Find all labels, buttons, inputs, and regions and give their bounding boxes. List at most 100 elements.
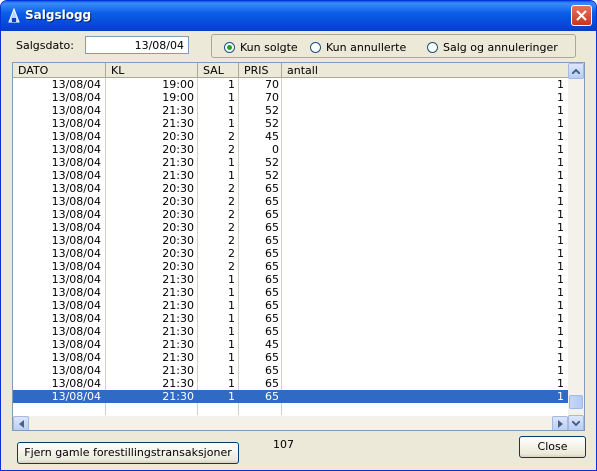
cell-kl: 21:30 [162, 312, 194, 325]
cell-sal: 1 [228, 338, 235, 351]
table-row[interactable]: 13/08/04 21:30 1 52 1 [13, 117, 568, 130]
radio-sales-and-cancellations-label: Salg og annuleringer [443, 41, 558, 54]
table-row[interactable]: 13/08/04 21:30 1 65 1 [13, 286, 568, 299]
cell-dato: 13/08/04 [51, 91, 101, 104]
cell-antall: 1 [557, 78, 564, 91]
cell-dato: 13/08/04 [51, 156, 101, 169]
table-row[interactable]: 13/08/04 20:30 2 65 1 [13, 208, 568, 221]
cell-dato: 13/08/04 [51, 182, 101, 195]
table-row[interactable]: 13/08/04 20:30 2 65 1 [13, 234, 568, 247]
table-row[interactable]: 13/08/04 21:30 1 65 1 [13, 390, 568, 403]
cell-antall: 1 [557, 312, 564, 325]
chevron-right-icon [557, 420, 563, 428]
cell-antall: 1 [557, 364, 564, 377]
horizontal-scrollbar[interactable] [13, 415, 568, 430]
column-header-dato[interactable]: DATO [13, 63, 106, 78]
table-row[interactable]: 13/08/04 19:00 1 70 1 [13, 91, 568, 104]
table-row[interactable]: 13/08/04 21:30 1 65 1 [13, 273, 568, 286]
table-row[interactable]: 13/08/04 21:30 1 52 1 [13, 156, 568, 169]
table-row[interactable]: 13/08/04 20:30 2 65 1 [13, 247, 568, 260]
close-icon [576, 10, 587, 21]
cell-sal: 1 [228, 299, 235, 312]
table-row[interactable]: 13/08/04 21:30 1 65 1 [13, 364, 568, 377]
cell-pris: 65 [265, 195, 279, 208]
table-row[interactable]: 13/08/04 20:30 2 45 1 [13, 130, 568, 143]
sales-date-label: Salgsdato: [16, 39, 74, 52]
table-row[interactable]: 13/08/04 21:30 1 65 1 [13, 299, 568, 312]
scroll-left-button[interactable] [13, 416, 29, 430]
cell-antall: 1 [557, 195, 564, 208]
cell-sal: 2 [228, 247, 235, 260]
cell-sal: 2 [228, 182, 235, 195]
title-bar[interactable]: Salgslogg [1, 1, 596, 31]
cell-sal: 2 [228, 221, 235, 234]
cell-pris: 65 [265, 390, 279, 403]
table-row[interactable]: 13/08/04 20:30 2 65 1 [13, 260, 568, 273]
radio-cancelled-only[interactable]: Kun annullerte [310, 41, 406, 54]
cell-dato: 13/08/04 [51, 234, 101, 247]
sales-date-input[interactable]: 13/08/04 [85, 36, 189, 54]
table-row[interactable]: 13/08/04 21:30 1 52 1 [13, 169, 568, 182]
cell-pris: 65 [265, 221, 279, 234]
purge-old-transactions-button[interactable]: Fjern gamle forestillingstransaksjoner [17, 442, 239, 464]
cell-dato: 13/08/04 [51, 221, 101, 234]
chevron-left-icon [18, 420, 24, 428]
table-row[interactable]: 13/08/04 19:00 1 70 1 [13, 78, 568, 91]
cell-kl: 21:30 [162, 351, 194, 364]
table-row[interactable]: 13/08/04 20:30 2 65 1 [13, 221, 568, 234]
table-row[interactable]: 13/08/04 21:30 1 65 1 [13, 312, 568, 325]
table-row[interactable]: 13/08/04 20:30 2 0 1 [13, 143, 568, 156]
cell-dato: 13/08/04 [51, 338, 101, 351]
column-header-sal[interactable]: SAL [198, 63, 239, 78]
radio-sold-only-label: Kun solgte [240, 41, 298, 54]
close-button[interactable]: Close [519, 436, 586, 458]
vertical-scroll-thumb[interactable] [569, 395, 583, 409]
sales-grid[interactable]: DATO KL SAL PRIS antall 13/08/04 19:00 1 70… [12, 62, 585, 431]
radio-sold-only-circle[interactable] [224, 42, 235, 53]
radio-sold-only[interactable]: Kun solgte [224, 41, 298, 54]
cell-kl: 21:30 [162, 104, 194, 117]
close-window-button[interactable] [571, 5, 592, 26]
cell-dato: 13/08/04 [51, 312, 101, 325]
cell-sal: 2 [228, 130, 235, 143]
cell-kl: 21:30 [162, 156, 194, 169]
column-header-pris[interactable]: PRIS [239, 63, 282, 78]
grid-header: DATO KL SAL PRIS antall [13, 63, 568, 78]
cell-pris: 45 [265, 338, 279, 351]
cell-pris: 65 [265, 234, 279, 247]
sales-log-window: Salgslogg Salgsdato: 13/08/04 Kun solgte… [0, 0, 597, 471]
scroll-down-button[interactable] [568, 415, 584, 430]
transaction-count: 107 [273, 438, 294, 451]
cell-antall: 1 [557, 247, 564, 260]
scroll-right-button[interactable] [552, 416, 568, 430]
vertical-scrollbar[interactable] [568, 63, 584, 416]
table-row[interactable]: 13/08/04 21:30 1 65 1 [13, 377, 568, 390]
scroll-up-button[interactable] [568, 63, 584, 79]
column-header-antall[interactable]: antall [282, 63, 568, 78]
cell-sal: 2 [228, 195, 235, 208]
cell-antall: 1 [557, 234, 564, 247]
cell-kl: 20:30 [162, 195, 194, 208]
cell-antall: 1 [557, 143, 564, 156]
column-header-kl[interactable]: KL [106, 63, 198, 78]
radio-sales-and-cancellations-circle[interactable] [427, 42, 438, 53]
cell-antall: 1 [557, 377, 564, 390]
table-row[interactable]: 13/08/04 21:30 1 52 1 [13, 104, 568, 117]
table-row[interactable]: 13/08/04 21:30 1 45 1 [13, 338, 568, 351]
table-row[interactable]: 13/08/04 20:30 2 65 1 [13, 182, 568, 195]
cell-kl: 20:30 [162, 208, 194, 221]
cell-pris: 65 [265, 351, 279, 364]
cell-pris: 52 [265, 117, 279, 130]
cell-dato: 13/08/04 [51, 208, 101, 221]
radio-cancelled-only-circle[interactable] [310, 42, 321, 53]
table-row[interactable]: 13/08/04 20:30 2 65 1 [13, 195, 568, 208]
cell-sal: 1 [228, 156, 235, 169]
cell-sal: 2 [228, 143, 235, 156]
table-row[interactable]: 13/08/04 21:30 1 65 1 [13, 351, 568, 364]
radio-sales-and-cancellations[interactable]: Salg og annuleringer [427, 41, 558, 54]
cell-kl: 21:30 [162, 273, 194, 286]
cell-sal: 1 [228, 91, 235, 104]
cell-antall: 1 [557, 299, 564, 312]
table-row[interactable]: 13/08/04 21:30 1 65 1 [13, 325, 568, 338]
cell-sal: 2 [228, 208, 235, 221]
